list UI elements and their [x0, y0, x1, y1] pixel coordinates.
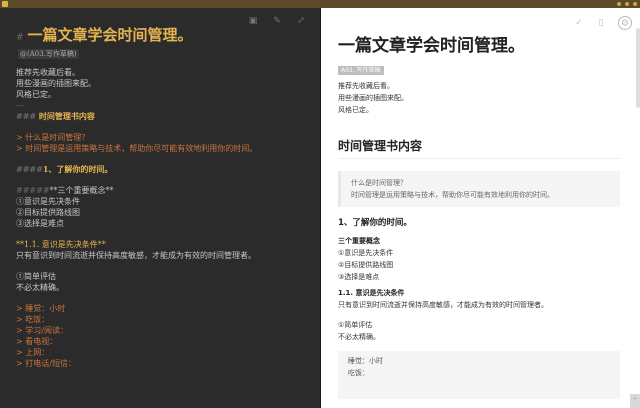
editor-intro-3: 风格已定。 [16, 90, 56, 99]
preview-quote-2: 时间管理是运用策略与技术，帮助你尽可能有效地利用你的时间。 [351, 191, 554, 199]
preview-code-line-2: 吃饭： [348, 369, 369, 377]
user-icon[interactable]: ☺ [618, 16, 632, 30]
editor-list-1: ①意识是先决条件 [16, 197, 80, 206]
editor-hr: --- [16, 101, 25, 110]
preview-heading-3: 1、了解你的时间。 [338, 218, 412, 228]
preview-bold-line: 1.1. 意识是先决条件 [338, 289, 405, 297]
editor-quote-list-5: > 上网： [16, 348, 50, 357]
editor-bold-line: **1.1. 意识是先决条件** [16, 240, 106, 249]
minimize-button[interactable] [617, 2, 621, 6]
editor-heading-1: # 一篇文章学会时间管理。 [16, 26, 193, 44]
scroll-corner-button[interactable]: ⌃ [630, 394, 640, 408]
preview-heading-5: 三个重要概念 [338, 237, 380, 245]
preview-intro-2: 用些漫画的插图来配。 [338, 94, 408, 102]
app-icon [2, 1, 8, 7]
fullscreen-icon[interactable]: ⤢ [296, 16, 306, 26]
title-bar [0, 0, 640, 8]
preview-intro-1: 推荐先收藏后看。 [338, 82, 394, 90]
editor-quote-list-4: > 看电视： [16, 337, 58, 346]
editor-heading-2: ### 时间管理书内容 [16, 111, 95, 121]
editor-quote-list-1: > 睡觉：小时 [16, 304, 66, 313]
preview-heading-2: 时间管理书内容 [338, 138, 620, 159]
preview-text: 只有意识到时间流逝并保持高度敏感，才能成为有效的时间管理者。 [338, 301, 548, 309]
pen-icon[interactable]: ✎ [272, 16, 282, 26]
editor-small-list-1: ①简单评估 [16, 272, 56, 281]
check-icon[interactable]: ✓ [574, 18, 584, 28]
image-icon[interactable]: ▣ [248, 16, 258, 26]
editor-quote-1: > 什么是时间管理？ [16, 133, 90, 142]
editor-toolbar: ▣ ✎ ⤢ [248, 16, 306, 26]
editor-list-2: ②目标提供路线图 [16, 208, 80, 217]
preview-list-3: ③选择是难点 [338, 273, 380, 281]
editor-intro-1: 推荐先收藏后看。 [16, 68, 80, 77]
editor-quote-2: > 时间管理是运用策略与技术，帮助你尽可能有效地利用你的时间。 [16, 144, 258, 153]
markdown-editor[interactable]: ▣ ✎ ⤢ # 一篇文章学会时间管理。 @(A03.写作草稿) 推荐先收藏后看。 … [0, 8, 320, 408]
preview-quote-1: 什么是时间管理？ [351, 179, 407, 187]
editor-heading-3: ####1、了解你的时间。 [16, 164, 113, 174]
editor-quote-list-3: > 学习/阅读： [16, 326, 68, 335]
editor-tag: @(A03.写作草稿) [18, 49, 79, 59]
preview-blockquote: 什么是时间管理？ 时间管理是运用策略与技术，帮助你尽可能有效地利用你的时间。 [338, 171, 620, 207]
editor-intro-2: 用些漫画的插图来配。 [16, 79, 96, 88]
preview-code-block: 睡觉：小时 吃饭： [338, 351, 620, 399]
editor-quote-list-6: > 打电话/短信： [16, 359, 76, 368]
window-controls [617, 2, 637, 6]
preview-toolbar: ✓ ▯ ☺ [574, 16, 632, 30]
preview-heading-1: 一篇文章学会时间管理。 [338, 36, 525, 56]
preview-small-list-2: 不必太精确。 [338, 333, 380, 341]
editor-text: 只有意识到时间流逝并保持高度敏感，才能成为有效的时间管理者。 [16, 251, 256, 260]
maximize-button[interactable] [625, 2, 629, 6]
preview-tag[interactable]: A03..写作草稿 [338, 66, 384, 75]
preview-list-2: ②目标提供路线图 [338, 261, 394, 269]
editor-quote-list-2: > 吃饭： [16, 315, 50, 324]
preview-intro-3: 风格已定。 [338, 106, 373, 114]
preview-code-line-1: 睡觉：小时 [348, 357, 383, 365]
editor-heading-5: #####**三个重要概念** [16, 186, 114, 195]
editor-list-3: ③选择是难点 [16, 219, 64, 228]
editor-small-list-2: 不必太精确。 [16, 283, 64, 292]
preview-small-list-1: ①简单评估 [338, 321, 373, 329]
preview-scrollbar[interactable] [636, 28, 640, 108]
document-icon[interactable]: ▯ [596, 18, 606, 28]
preview-list-1: ①意识是先决条件 [338, 249, 394, 257]
markdown-preview: ✓ ▯ ☺ 一篇文章学会时间管理。 A03..写作草稿 推荐先收藏后看。 用些漫… [321, 8, 640, 408]
close-button[interactable] [633, 2, 637, 6]
